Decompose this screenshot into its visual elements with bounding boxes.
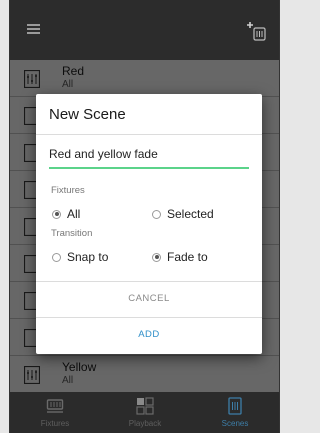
divider (36, 134, 262, 135)
fixtures-label: Fixtures (51, 185, 85, 196)
radio-fixtures-selected[interactable]: Selected (152, 207, 214, 221)
nav-playback[interactable]: Playback (100, 392, 190, 433)
nav-fixtures[interactable]: Fixtures (10, 392, 100, 433)
transition-label: Transition (51, 228, 93, 239)
radio-fixtures-all[interactable]: All (52, 207, 80, 221)
app-bar (10, 0, 279, 60)
nav-label: Fixtures (40, 419, 70, 428)
app-screen: Red All Yellow All New Scene Red and yel… (10, 0, 279, 433)
dialog-title: New Scene (49, 106, 126, 123)
scene-name-input[interactable] (49, 143, 249, 165)
radio-transition-snap[interactable]: Snap to (52, 250, 108, 264)
radio-unchecked-icon (152, 209, 161, 219)
radio-transition-fade[interactable]: Fade to (152, 250, 208, 264)
add-button[interactable]: ADD (36, 318, 262, 352)
nav-label: Playback (128, 419, 162, 428)
radio-checked-icon (52, 209, 61, 219)
nav-label: Scenes (221, 419, 249, 428)
input-underline (49, 167, 249, 169)
scenes-icon (226, 397, 244, 415)
radio-label: Snap to (67, 250, 109, 264)
radio-label: Selected (167, 207, 214, 221)
nav-scenes[interactable]: Scenes (190, 392, 279, 433)
cancel-button[interactable]: CANCEL (36, 282, 262, 316)
playback-grid-icon (136, 397, 154, 415)
new-scene-dialog: New Scene Fixtures All Selected Transiti… (36, 94, 262, 354)
bottom-navigation: Fixtures Playback Scenes (10, 392, 279, 433)
radio-label: All (67, 207, 81, 221)
add-scene-icon[interactable] (246, 20, 268, 42)
fixtures-icon (46, 397, 64, 415)
radio-label: Fade to (167, 250, 208, 264)
radio-checked-icon (152, 252, 161, 262)
hamburger-menu-icon[interactable] (27, 24, 40, 34)
radio-unchecked-icon (52, 252, 61, 262)
